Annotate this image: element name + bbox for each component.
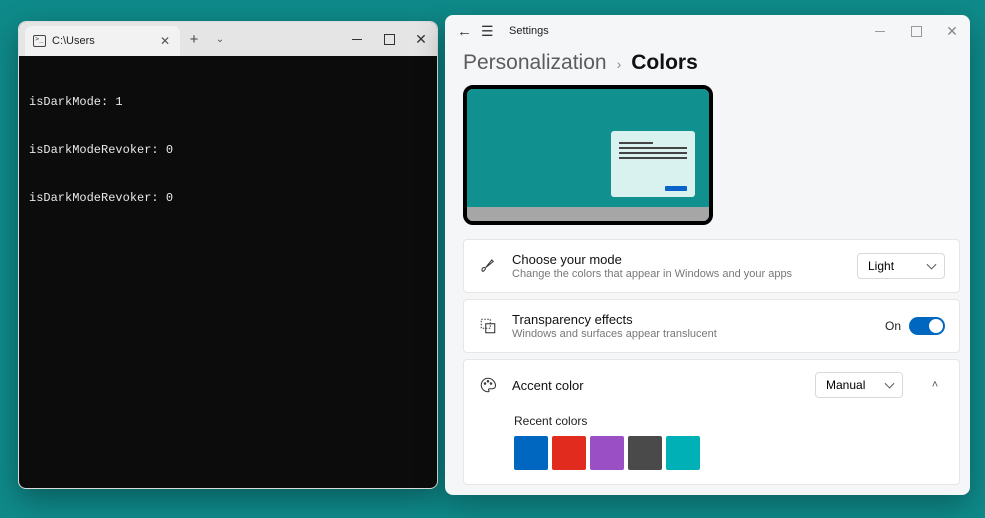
transparency-title: Transparency effects <box>512 312 871 327</box>
mode-title: Choose your mode <box>512 252 843 267</box>
terminal-line: isDarkModeRevoker: 0 <box>29 142 427 158</box>
transparency-state: On <box>885 319 901 333</box>
mode-card: Choose your mode Change the colors that … <box>463 239 960 293</box>
transparency-subtitle: Windows and surfaces appear translucent <box>512 328 871 340</box>
terminal-titlebar: C:\Users ✕ + ⌄ ✕ <box>19 22 437 56</box>
color-swatch[interactable] <box>514 436 548 470</box>
terminal-tab[interactable]: C:\Users ✕ <box>25 26 180 56</box>
close-button[interactable]: ✕ <box>405 22 437 56</box>
minimize-button[interactable] <box>341 22 373 56</box>
accent-card: Accent color Manual ˄ Recent colors <box>463 359 960 485</box>
recent-colors-title: Recent colors <box>514 414 945 428</box>
color-swatch[interactable] <box>590 436 624 470</box>
maximize-button[interactable] <box>373 22 405 56</box>
palette-icon <box>478 375 498 395</box>
mode-select[interactable]: Light <box>857 253 945 279</box>
breadcrumb-parent[interactable]: Personalization <box>463 51 607 75</box>
new-tab-button[interactable]: + <box>180 22 208 56</box>
theme-preview <box>463 85 713 225</box>
terminal-line: isDarkMode: 1 <box>29 94 427 110</box>
accent-title: Accent color <box>512 378 801 393</box>
chevron-up-icon[interactable]: ˄ <box>925 375 945 395</box>
color-swatch[interactable] <box>628 436 662 470</box>
terminal-line: isDarkModeRevoker: 0 <box>29 190 427 206</box>
transparency-toggle[interactable] <box>909 317 945 335</box>
color-swatch[interactable] <box>552 436 586 470</box>
terminal-icon <box>33 35 46 47</box>
mode-subtitle: Change the colors that appear in Windows… <box>512 268 843 280</box>
close-button[interactable]: ✕ <box>934 15 970 47</box>
hamburger-menu-icon[interactable]: ☰ <box>481 23 503 40</box>
recent-colors-section: Recent colors <box>464 410 959 484</box>
tab-dropdown-button[interactable]: ⌄ <box>208 22 232 56</box>
maximize-button[interactable] <box>898 15 934 47</box>
settings-titlebar: ← ☰ Settings ✕ <box>445 15 970 47</box>
settings-content: Choose your mode Change the colors that … <box>445 85 970 495</box>
minimize-button[interactable] <box>862 15 898 47</box>
recent-color-swatches <box>514 436 945 470</box>
settings-window-controls: ✕ <box>862 15 970 47</box>
color-swatch[interactable] <box>666 436 700 470</box>
settings-window: ← ☰ Settings ✕ Personalization › Colors <box>445 15 970 495</box>
preview-taskbar <box>467 207 709 221</box>
app-title: Settings <box>509 25 549 37</box>
terminal-window-controls: ✕ <box>341 22 437 56</box>
mode-value: Light <box>868 259 894 273</box>
accent-value: Manual <box>826 378 865 392</box>
preview-app-window <box>611 131 695 197</box>
breadcrumb-current: Colors <box>631 51 698 75</box>
terminal-output: isDarkMode: 1 isDarkModeRevoker: 0 isDar… <box>19 56 437 244</box>
brush-icon <box>478 256 498 276</box>
transparency-icon <box>478 316 498 336</box>
terminal-tab-title: C:\Users <box>52 35 95 47</box>
terminal-window: C:\Users ✕ + ⌄ ✕ isDarkMode: 1 isDarkMod… <box>18 21 438 489</box>
back-button[interactable]: ← <box>457 23 475 40</box>
chevron-right-icon: › <box>617 56 622 72</box>
accent-select[interactable]: Manual <box>815 372 903 398</box>
transparency-card: Transparency effects Windows and surface… <box>463 299 960 353</box>
tab-close-icon[interactable]: ✕ <box>160 34 170 48</box>
breadcrumb: Personalization › Colors <box>445 47 970 85</box>
